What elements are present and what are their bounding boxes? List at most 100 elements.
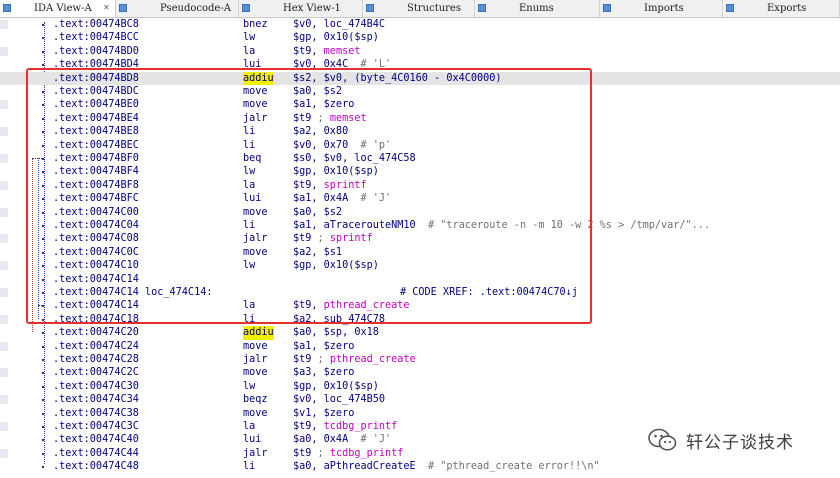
wechat-icon (648, 427, 678, 453)
listing-row[interactable]: .text:00474BC8 bnez $v0, loc_474B4C (0, 18, 840, 31)
address[interactable]: .text:00474C40 (53, 433, 139, 446)
listing-row[interactable]: .text:00474C30 lw $gp, 0x10($sp) (0, 380, 840, 393)
mnemonic[interactable]: beqz (243, 393, 268, 406)
comment: # 'J' (360, 434, 392, 446)
mnemonic[interactable]: lw (243, 31, 255, 44)
address[interactable]: .text:00474C44 (53, 447, 139, 460)
address[interactable]: .text:00474C3C (53, 420, 139, 433)
tab-enums[interactable]: Enums (475, 0, 600, 17)
address[interactable]: .text:00474C34 (53, 393, 139, 406)
listing-row[interactable]: .text:00474BD0 la $t9, memset (0, 45, 840, 58)
mnemonic[interactable]: move (243, 366, 268, 379)
operand-text: $a0, $sp, 0x18 (293, 327, 379, 339)
operand-text: $t9 (293, 447, 318, 459)
function-ref: tcdbg_printf (323, 421, 398, 432)
address[interactable]: .text:00474C30 (53, 380, 139, 393)
listing-row[interactable]: .text:00474C34 beqz $v0, loc_474B50 (0, 393, 840, 406)
tab-label: Pseudocode-A (160, 3, 231, 14)
view-icon (242, 4, 250, 12)
comment: ; (317, 447, 330, 459)
operand-text: $t9, (293, 421, 324, 432)
function-ref: memset (323, 45, 361, 57)
tab-label: Hex View-1 (283, 3, 341, 14)
operands[interactable]: $a0, $sp, 0x18 (293, 326, 379, 339)
operands[interactable]: $v0, loc_474B4C (293, 18, 385, 31)
close-icon[interactable]: ✕ (102, 3, 111, 12)
view-icon (119, 4, 127, 12)
operands[interactable]: $t9 ; tcdbg_printf (293, 447, 403, 460)
operand-text: $a3, $zero (293, 367, 355, 379)
mnemonic[interactable]: move (243, 407, 268, 420)
operand-text: $v1, $zero (293, 407, 355, 419)
address[interactable]: .text:00474BD0 (53, 45, 139, 58)
tab-imports[interactable]: Imports (600, 0, 723, 17)
view-icon (366, 4, 374, 12)
annotation-highlight-box (26, 68, 592, 324)
watermark-text: 轩公子谈技术 (686, 432, 794, 453)
operand-text: $a0, aPthreadCreateE (293, 461, 428, 473)
watermark: 轩公子谈技术 (648, 424, 794, 456)
operands[interactable]: $a0, aPthreadCreateE # "pthread_create e… (293, 460, 600, 473)
operands[interactable]: $t9, memset (293, 45, 360, 58)
operand-text: $gp, 0x10($sp) (293, 380, 379, 392)
tab-label: Exports (767, 3, 807, 14)
tab-label: Enums (519, 3, 554, 14)
mnemonic[interactable]: la (243, 45, 255, 58)
operands[interactable]: $a3, $zero (293, 366, 354, 379)
view-icon (603, 4, 611, 12)
mnemonic[interactable]: jalr (243, 353, 268, 366)
address[interactable]: .text:00474C2C (53, 366, 139, 379)
mnemonic[interactable]: lw (243, 380, 255, 393)
operands[interactable]: $gp, 0x10($sp) (293, 380, 379, 393)
tab-bar: IDA View-A ✕ Pseudocode-A Hex View-1 Structu… (0, 0, 840, 18)
address[interactable]: .text:00474C24 (53, 340, 139, 353)
tab-exports[interactable]: Exports (723, 0, 840, 17)
listing-row[interactable]: .text:00474C38 move $v1, $zero (0, 407, 840, 420)
operands[interactable]: $v0, loc_474B50 (293, 393, 385, 406)
tab-hex-view-1[interactable]: Hex View-1 (239, 0, 363, 17)
view-icon (3, 4, 11, 12)
operands[interactable]: $t9, tcdbg_printf (293, 420, 397, 433)
comment: ; (317, 354, 330, 365)
mnemonic[interactable]: move (243, 340, 268, 353)
mnemonic[interactable]: lui (243, 433, 261, 446)
listing-row[interactable]: .text:00474C2C move $a3, $zero (0, 366, 840, 379)
listing-row[interactable]: .text:00474BCC lw $gp, 0x10($sp) (0, 31, 840, 44)
function-ref: pthread_create (329, 354, 416, 365)
operands[interactable]: $t9 ; pthread_create (293, 353, 416, 366)
address[interactable]: .text:00474BCC (53, 31, 139, 44)
view-icon (726, 4, 734, 12)
address[interactable]: .text:00474BC8 (53, 18, 139, 31)
address[interactable]: .text:00474C20 (53, 326, 139, 339)
operands[interactable]: $a0, 0x4A # 'J' (293, 433, 391, 446)
listing-row[interactable]: .text:00474C20 addiu $a0, $sp, 0x18 (0, 326, 840, 340)
operand-text: $v0, loc_474B50 (293, 394, 386, 406)
mnemonic[interactable]: la (243, 420, 255, 433)
tab-label: IDA View-A (34, 3, 92, 14)
address[interactable]: .text:00474C38 (53, 407, 139, 420)
listing-row[interactable]: .text:00474C28 jalr $t9 ; pthread_create (0, 353, 840, 366)
function-ref: tcdbg_printf (329, 447, 404, 459)
address[interactable]: .text:00474C28 (53, 353, 139, 366)
operand-text: $t9 (293, 354, 318, 365)
mnemonic[interactable]: bnez (243, 18, 268, 31)
operands[interactable]: $a1, $zero (293, 340, 354, 353)
address[interactable]: .text:00474C48 (53, 460, 139, 473)
mnemonic[interactable]: li (243, 460, 255, 473)
listing-row[interactable]: .text:00474C24 move $a1, $zero (0, 340, 840, 353)
tab-pseudocode-a[interactable]: Pseudocode-A (116, 0, 239, 17)
view-icon (478, 4, 486, 12)
operand-text: $gp, 0x10($sp) (293, 32, 379, 44)
operands[interactable]: $v1, $zero (293, 407, 354, 420)
operand-text: $a1, $zero (293, 340, 355, 352)
operand-text: $t9, (293, 45, 324, 57)
mnemonic[interactable]: jalr (243, 447, 268, 460)
comment: # "pthread_create error!!\n" (427, 461, 600, 473)
tab-label: Imports (644, 3, 684, 14)
mnemonic[interactable]: addiu (243, 326, 274, 340)
tab-ida-view-a[interactable]: IDA View-A ✕ (0, 0, 116, 17)
operands[interactable]: $gp, 0x10($sp) (293, 31, 379, 44)
tab-label: Structures (407, 3, 461, 14)
listing-row[interactable]: .text:00474C48 li $a0, aPthreadCreateE # "… (0, 460, 840, 473)
tab-structures[interactable]: Structures (363, 0, 475, 17)
